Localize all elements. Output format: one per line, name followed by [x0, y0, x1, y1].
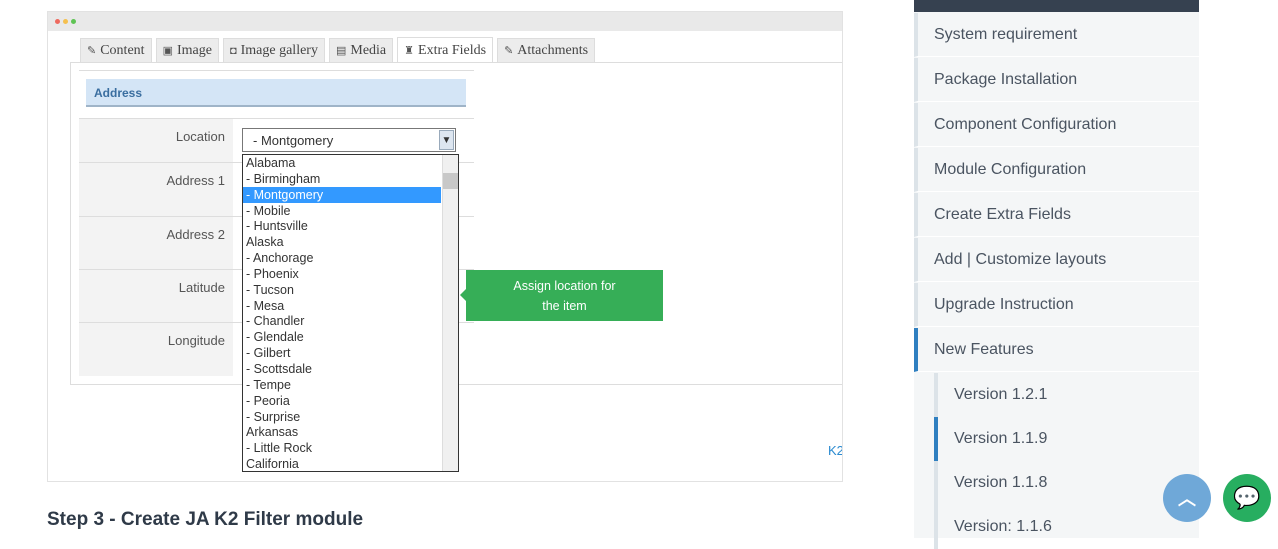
- k2-link[interactable]: K2: [828, 443, 842, 458]
- field-label: Latitude: [79, 270, 233, 322]
- tab-label: Content: [100, 42, 145, 58]
- sidebar-item[interactable]: Component Configuration: [914, 103, 1199, 147]
- tab-attachments[interactable]: ✎ Attachments: [497, 38, 596, 62]
- dropdown-option[interactable]: - Scottsdale: [243, 361, 441, 377]
- tab-label: Image: [176, 42, 212, 58]
- chat-button[interactable]: 💬: [1223, 474, 1271, 522]
- close-dot-icon: [55, 19, 60, 24]
- dropdown-option[interactable]: - Birmingham: [243, 171, 441, 187]
- section-title: Address: [86, 79, 466, 107]
- select-value: - Montgomery: [253, 133, 334, 148]
- location-select[interactable]: - Montgomery ▼: [242, 128, 456, 152]
- sidebar-subitem[interactable]: Version 1.1.8: [934, 461, 1199, 505]
- chevron-down-icon[interactable]: ▼: [439, 130, 454, 150]
- puzzle-icon: ♜: [404, 45, 415, 57]
- dropdown-option[interactable]: California: [243, 456, 441, 471]
- tooltip-text: the item: [542, 298, 587, 313]
- tab-label: Image gallery: [240, 42, 318, 58]
- tab-content[interactable]: ✎ Content: [80, 38, 152, 62]
- sidebar-nav: System requirement Package Installation Co…: [914, 0, 1199, 549]
- step-heading: Step 3 - Create JA K2 Filter module: [47, 509, 364, 530]
- minimize-dot-icon: [63, 19, 68, 24]
- tooltip-text: Assign location for: [513, 278, 616, 293]
- tooltip: Assign location for the item: [460, 270, 663, 321]
- edit-icon: ✎: [87, 45, 97, 57]
- tab-label: Extra Fields: [418, 42, 487, 58]
- dropdown-option[interactable]: - Tucson: [243, 282, 441, 298]
- dropdown-option[interactable]: - Little Rock: [243, 440, 441, 456]
- sidebar-item[interactable]: Upgrade Instruction: [914, 283, 1199, 327]
- tab-label: Attachments: [517, 42, 589, 58]
- tab-media[interactable]: ▤ Media: [328, 38, 394, 62]
- sidebar-item[interactable]: Package Installation: [914, 58, 1199, 102]
- dropdown-option[interactable]: - Mobile: [243, 203, 441, 219]
- dropdown-option[interactable]: - Montgomery: [243, 186, 441, 203]
- sidebar-item[interactable]: Create Extra Fields: [914, 193, 1199, 237]
- screenshot-frame: ✎ Content ▣ Image ◘ Image gallery ▤ Media ♜ E…: [47, 11, 843, 482]
- scroll-top-button[interactable]: ︿: [1163, 474, 1211, 522]
- tab-extra-fields[interactable]: ♜ Extra Fields: [397, 37, 494, 63]
- dropdown-option[interactable]: Arkansas: [243, 424, 441, 440]
- browser-bar: [48, 12, 842, 31]
- dropdown-option[interactable]: - Phoenix: [243, 266, 441, 282]
- location-dropdown-list[interactable]: Alabama - Birmingham - Montgomery - Mobile -…: [242, 154, 459, 472]
- dropdown-option[interactable]: - Gilbert: [243, 345, 441, 361]
- field-label: Longitude: [79, 323, 233, 376]
- film-icon: ▤: [335, 45, 347, 57]
- maximize-dot-icon: [71, 19, 76, 24]
- sidebar-header: [914, 0, 1199, 12]
- image-icon: ▣: [162, 45, 173, 57]
- tab-image[interactable]: ▣ Image: [155, 38, 219, 62]
- sidebar-item[interactable]: System requirement: [914, 13, 1199, 57]
- tab-label: Media: [350, 42, 387, 58]
- dropdown-option[interactable]: Alaska: [243, 234, 441, 250]
- sidebar-subitem[interactable]: Version 1.1.9: [934, 417, 1199, 461]
- camera-icon: ◘: [229, 44, 237, 57]
- sidebar-item[interactable]: New Features: [914, 328, 1199, 372]
- dropdown-option[interactable]: - Huntsville: [243, 218, 441, 234]
- sidebar-item[interactable]: Add | Customize layouts: [914, 238, 1199, 282]
- dropdown-option[interactable]: - Anchorage: [243, 250, 441, 266]
- dropdown-option[interactable]: - Mesa: [243, 298, 441, 314]
- field-label: Location: [79, 119, 233, 162]
- chevron-up-icon: ︿: [1178, 489, 1196, 509]
- dropdown-option[interactable]: - Glendale: [243, 329, 441, 345]
- tab-image-gallery[interactable]: ◘ Image gallery: [222, 38, 325, 62]
- dropdown-option[interactable]: - Surprise: [243, 409, 441, 425]
- chat-icon: 💬: [1233, 485, 1261, 510]
- dropdown-option[interactable]: Alabama: [243, 155, 441, 171]
- field-label: Address 2: [79, 217, 233, 269]
- tab-bar: ✎ Content ▣ Image ◘ Image gallery ▤ Media ♜ E…: [80, 37, 596, 63]
- paperclip-icon: ✎: [504, 45, 514, 57]
- scrollbar[interactable]: [442, 155, 458, 471]
- field-label: Address 1: [79, 163, 233, 216]
- sidebar-subitem[interactable]: Version 1.2.1: [934, 373, 1199, 417]
- sidebar-item[interactable]: Module Configuration: [914, 148, 1199, 192]
- dropdown-option[interactable]: - Chandler: [243, 313, 441, 329]
- dropdown-option[interactable]: - Peoria: [243, 393, 441, 409]
- dropdown-option[interactable]: - Tempe: [243, 377, 441, 393]
- sidebar-subitem[interactable]: Version: 1.1.6: [934, 505, 1199, 549]
